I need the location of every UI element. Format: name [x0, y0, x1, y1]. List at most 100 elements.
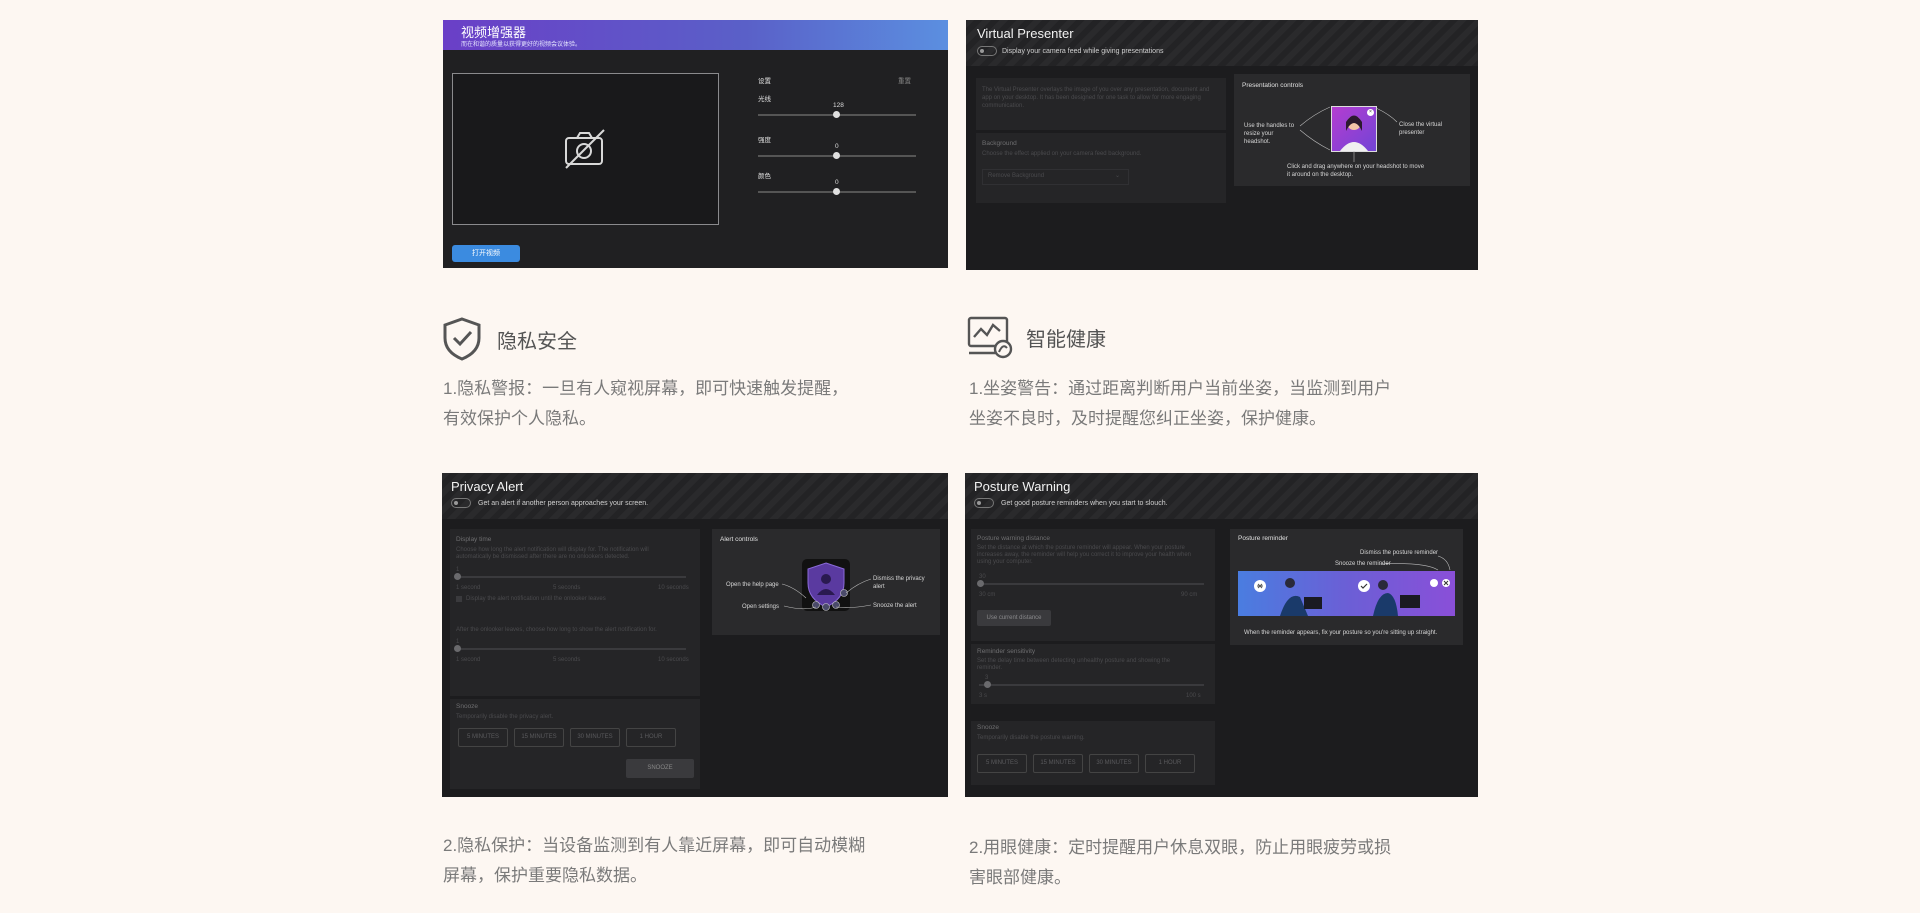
posture-snooze-card: Snooze Temporarily disable the posture w…: [971, 721, 1215, 785]
privacy-alert-panel: Privacy Alert Get an alert if another pe…: [442, 473, 948, 797]
sensitivity-track[interactable]: [979, 684, 1204, 686]
reset-link[interactable]: 重置: [898, 75, 911, 85]
posture-snooze-label: Snooze: [977, 724, 1000, 731]
annotation-lines: [1299, 106, 1398, 162]
sensitivity-label: Reminder sensitivity: [977, 648, 1036, 655]
eye-health-line1: 2.用眼健康：定时提醒用户休息双眼，防止用眼疲劳或损: [969, 838, 1392, 857]
sensitivity-card: Reminder sensitivity Set the delay time …: [971, 644, 1215, 704]
posture-snooze-5min-button[interactable]: 5 MINUTES: [977, 754, 1027, 773]
display-time-desc: Choose how long the alert notification w…: [456, 547, 649, 560]
camera-preview: [452, 73, 719, 225]
posture-snooze-desc: Temporarily disable the posture warning.: [977, 735, 1085, 741]
checkbox-label: Display the alert notification until the…: [466, 596, 606, 602]
presenter-desc: The Virtual Presenter overlays the image…: [982, 87, 1210, 109]
slider-strength-label: 强度: [758, 137, 771, 144]
snooze-30min-button[interactable]: 30 MINUTES: [570, 728, 620, 747]
posture-warning-panel: Posture Warning Get good posture reminde…: [965, 473, 1478, 797]
display-time-card: Display time Choose how long the alert n…: [450, 529, 700, 696]
snooze-action-button[interactable]: SNOOZE: [626, 759, 694, 778]
distance-label: Posture warning distance: [977, 535, 1050, 542]
posture-warning-subtitle: Get good posture reminders when you star…: [1001, 500, 1168, 507]
snooze-15min-button[interactable]: 15 MINUTES: [514, 728, 564, 747]
slider2-thumb[interactable]: [454, 645, 461, 652]
slider1-thumb[interactable]: [454, 573, 461, 580]
privacy-alert-toggle[interactable]: [451, 498, 471, 508]
slider-light-value: 128: [833, 102, 844, 109]
privacy-alert-title: Privacy Alert: [451, 479, 524, 494]
slider1-track[interactable]: [456, 576, 686, 578]
smart-health-title: 智能健康: [1026, 329, 1106, 351]
chevron-down-icon: ⌄: [1115, 173, 1121, 179]
slider-color-value: 0: [835, 179, 839, 186]
privacy-protect-line1: 2.隐私保护：当设备监测到有人靠近屏幕，即可自动模糊: [443, 836, 866, 855]
slider-strength-thumb[interactable]: [833, 152, 840, 159]
distance-tick-max: 90 cm: [1181, 592, 1198, 598]
shield-check-icon: [443, 317, 481, 361]
distance-thumb[interactable]: [977, 580, 984, 587]
slider-strength-value: 0: [835, 143, 839, 150]
slider-color-thumb[interactable]: [833, 188, 840, 195]
background-desc: Choose the effect applied on your camera…: [982, 151, 1142, 157]
alert-controls-card: Alert controls Open the help page Open s…: [712, 529, 940, 635]
display-time-label: Display time: [456, 536, 492, 543]
posture-warning-header: Posture Warning Get good posture reminde…: [965, 473, 1478, 519]
posture-reminder-banner: [1238, 571, 1455, 616]
settings-label: 设置: [758, 78, 771, 85]
slider-color-label: 颜色: [758, 173, 771, 180]
privacy-alert-header: Privacy Alert Get an alert if another pe…: [442, 473, 948, 519]
posture-warning-toggle[interactable]: [974, 498, 994, 508]
slider2-tick-max: 10 seconds: [658, 657, 689, 663]
slider1-tick-min: 1 second: [456, 585, 481, 591]
snooze-5min-button[interactable]: 5 MINUTES: [458, 728, 508, 747]
smart-health-line1: 1.坐姿警告：通过距离判断用户当前坐姿，当监测到用户: [969, 379, 1392, 398]
background-card: Background Choose the effect applied on …: [976, 133, 1226, 203]
presentation-controls-card: Presentation controls × Use the handles …: [1234, 74, 1470, 186]
posture-illustration: [1254, 578, 1450, 616]
sensitivity-thumb[interactable]: [984, 681, 991, 688]
virtual-presenter-header: Virtual Presenter Display your camera fe…: [966, 20, 1478, 66]
virtual-presenter-panel: Virtual Presenter Display your camera fe…: [966, 20, 1478, 270]
privacy-security-line1: 1.隐私警报：一旦有人窥视屏幕，即可快速触发提醒，: [443, 379, 849, 398]
camera-off-icon: [565, 129, 605, 169]
posture-snooze-15min-button[interactable]: 15 MINUTES: [1033, 754, 1083, 773]
snooze-label: Snooze: [456, 703, 479, 710]
slider-light-thumb[interactable]: [833, 111, 840, 118]
posture-snooze-1hour-button[interactable]: 1 HOUR: [1145, 754, 1195, 773]
snooze-1hour-button[interactable]: 1 HOUR: [626, 728, 676, 747]
ann-posture-bottom: When the reminder appears, fix your post…: [1244, 630, 1438, 636]
distance-card: Posture warning distance Set the distanc…: [971, 529, 1215, 641]
snooze-desc: Temporarily disable the privacy alert.: [456, 714, 554, 720]
virtual-presenter-title: Virtual Presenter: [977, 26, 1074, 41]
privacy-alert-subtitle: Get an alert if another person approache…: [478, 500, 649, 507]
eye-health-line2: 害眼部健康。: [969, 868, 1071, 887]
privacy-security-line2: 有效保护个人隐私。: [443, 409, 596, 428]
alert-annotation-lines: [781, 578, 872, 610]
smart-health-line2: 坐姿不良时，及时提醒您纠正坐姿，保护健康。: [969, 409, 1326, 428]
slider2-track[interactable]: [456, 648, 686, 650]
background-label: Background: [982, 140, 1017, 147]
virtual-presenter-toggle[interactable]: [977, 46, 997, 56]
posture-warning-title: Posture Warning: [974, 479, 1071, 494]
virtual-presenter-subtitle: Display your camera feed while giving pr…: [1002, 48, 1164, 55]
background-select-value: Remove Background: [988, 173, 1045, 179]
video-enhancer-subtitle: 而在和谐的质量以获得更好的视频会议体验。: [461, 42, 582, 48]
open-video-button[interactable]: 打开视频: [452, 245, 520, 262]
posture-reminder-card: Posture reminder Dismiss the posture rem…: [1230, 529, 1463, 645]
background-select[interactable]: Remove Background ⌄: [982, 169, 1129, 185]
presenter-desc-card: The Virtual Presenter overlays the image…: [976, 78, 1226, 130]
distance-desc: Set the distance at which the posture re…: [977, 545, 1191, 565]
snooze-card: Snooze Temporarily disable the privacy a…: [450, 699, 700, 789]
sensitivity-tick-max: 100 s: [1186, 693, 1201, 699]
sensitivity-tick-min: 3 s: [979, 693, 988, 699]
use-current-distance-button[interactable]: Use current distance: [977, 610, 1051, 626]
display-until-leaves-checkbox[interactable]: [456, 596, 462, 602]
after-leaves-desc: After the onlooker leaves, choose how lo…: [456, 627, 657, 633]
video-enhancer-panel: 视频增强器 而在和谐的质量以获得更好的视频会议体验。 打开视频 设置 重置 光线…: [443, 20, 948, 268]
slider2-tick-min: 1 second: [456, 657, 481, 663]
distance-track[interactable]: [979, 583, 1204, 585]
privacy-security-title: 隐私安全: [497, 331, 577, 353]
privacy-protect-line2: 屏幕，保护重要隐私数据。: [443, 866, 647, 885]
posture-snooze-30min-button[interactable]: 30 MINUTES: [1089, 754, 1139, 773]
slider-light-label: 光线: [758, 96, 771, 103]
video-enhancer-header: 视频增强器 而在和谐的质量以获得更好的视频会议体验。: [443, 20, 948, 50]
